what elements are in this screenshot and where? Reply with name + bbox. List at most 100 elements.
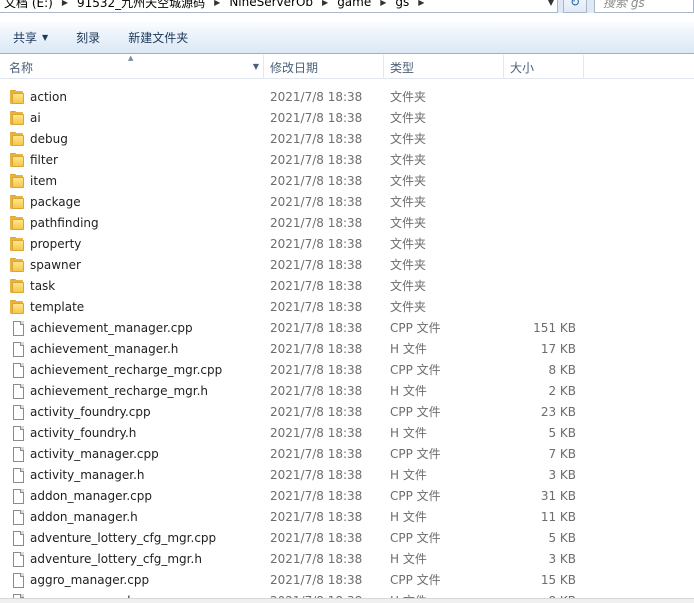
file-date: 2021/7/8 18:38 bbox=[270, 426, 363, 440]
breadcrumb-gs[interactable]: gs bbox=[395, 0, 409, 9]
list-item[interactable]: filter 2021/7/8 18:38 文件夹 bbox=[0, 150, 694, 171]
file-name: activity_foundry.h bbox=[30, 426, 137, 440]
file-type: 文件夹 bbox=[390, 153, 427, 167]
file-icon bbox=[10, 321, 26, 336]
breadcrumb-separator-icon[interactable]: ▶ bbox=[418, 0, 424, 7]
column-name-label: 名称 bbox=[9, 60, 34, 75]
file-date: 2021/7/8 18:38 bbox=[270, 447, 363, 461]
chevron-down-icon: ▼ bbox=[42, 33, 49, 42]
file-size bbox=[504, 150, 576, 171]
column-header-size[interactable]: 大小 bbox=[504, 55, 584, 79]
file-type: H 文件 bbox=[390, 426, 427, 440]
column-size-label: 大小 bbox=[510, 60, 535, 75]
list-item[interactable]: task 2021/7/8 18:38 文件夹 bbox=[0, 276, 694, 297]
list-item[interactable]: adventure_lottery_cfg_mgr.cpp 2021/7/8 18… bbox=[0, 528, 694, 549]
refresh-button[interactable]: ↻ bbox=[563, 0, 587, 13]
file-date: 2021/7/8 18:38 bbox=[270, 195, 363, 209]
file-size: 5 KB bbox=[548, 531, 576, 545]
list-item[interactable]: activity_manager.cpp 2021/7/8 18:38 CPP 文件… bbox=[0, 444, 694, 465]
file-icon bbox=[10, 468, 26, 483]
burn-button[interactable]: 刻录 bbox=[76, 29, 100, 46]
list-item[interactable]: spawner 2021/7/8 18:38 文件夹 bbox=[0, 255, 694, 276]
breadcrumb-drive[interactable]: 文档 (E:) bbox=[4, 0, 53, 11]
file-type: CPP 文件 bbox=[390, 363, 441, 377]
list-item[interactable]: debug 2021/7/8 18:38 文件夹 bbox=[0, 129, 694, 150]
list-item[interactable]: item 2021/7/8 18:38 文件夹 bbox=[0, 171, 694, 192]
file-name: filter bbox=[30, 153, 58, 167]
list-item[interactable]: activity_foundry.h 2021/7/8 18:38 H 文件 5 KB bbox=[0, 423, 694, 444]
folder-icon bbox=[10, 237, 26, 252]
chevron-down-icon[interactable]: ▼ bbox=[253, 62, 259, 71]
breadcrumb-nineserver[interactable]: NineServerOb bbox=[229, 0, 313, 9]
file-date: 2021/7/8 18:38 bbox=[270, 384, 363, 398]
file-size bbox=[504, 129, 576, 150]
share-button[interactable]: 共享 ▼ bbox=[13, 29, 48, 46]
address-bar[interactable]: 文档 (E:) ▶ 91532_九州天空城源码 ▶ NineServerOb ▶… bbox=[0, 0, 558, 13]
file-type: H 文件 bbox=[390, 510, 427, 524]
file-date: 2021/7/8 18:38 bbox=[270, 153, 363, 167]
file-date: 2021/7/8 18:38 bbox=[270, 174, 363, 188]
column-date-label: 修改日期 bbox=[270, 60, 319, 75]
list-item[interactable]: aggro_manager.cpp 2021/7/8 18:38 CPP 文件 15 … bbox=[0, 570, 694, 591]
list-item[interactable]: activity_foundry.cpp 2021/7/8 18:38 CPP 文件… bbox=[0, 402, 694, 423]
list-item[interactable]: ai 2021/7/8 18:38 文件夹 bbox=[0, 108, 694, 129]
file-type: H 文件 bbox=[390, 384, 427, 398]
list-item[interactable]: achievement_manager.cpp 2021/7/8 18:38 CPP… bbox=[0, 318, 694, 339]
file-type: 文件夹 bbox=[390, 195, 427, 209]
file-type: CPP 文件 bbox=[390, 531, 441, 545]
column-header-name[interactable]: 名称 ▲ ▼ bbox=[0, 54, 264, 79]
refresh-icon: ↻ bbox=[569, 0, 581, 9]
list-item[interactable]: addon_manager.h 2021/7/8 18:38 H 文件 11 KB bbox=[0, 507, 694, 528]
list-item[interactable]: achievement_manager.h 2021/7/8 18:38 H 文件 1… bbox=[0, 339, 694, 360]
list-item[interactable]: property 2021/7/8 18:38 文件夹 bbox=[0, 234, 694, 255]
file-size bbox=[504, 276, 576, 297]
list-item[interactable]: achievement_recharge_mgr.h 2021/7/8 18:38… bbox=[0, 381, 694, 402]
list-item[interactable]: template 2021/7/8 18:38 文件夹 bbox=[0, 297, 694, 318]
file-name: package bbox=[30, 195, 81, 209]
breadcrumb-separator-icon[interactable]: ▶ bbox=[380, 0, 386, 7]
file-icon bbox=[10, 384, 26, 399]
list-item[interactable]: action 2021/7/8 18:38 文件夹 bbox=[0, 87, 694, 108]
file-name: activity_foundry.cpp bbox=[30, 405, 151, 419]
list-item[interactable]: pathfinding 2021/7/8 18:38 文件夹 bbox=[0, 213, 694, 234]
breadcrumb-separator-icon[interactable]: ▶ bbox=[62, 0, 68, 7]
list-item[interactable]: achievement_recharge_mgr.cpp 2021/7/8 18:… bbox=[0, 360, 694, 381]
folder-icon bbox=[10, 111, 26, 126]
search-input[interactable]: 搜索 gs bbox=[594, 0, 694, 13]
file-icon bbox=[10, 489, 26, 504]
file-type: 文件夹 bbox=[390, 300, 427, 314]
file-size: 15 KB bbox=[540, 573, 576, 587]
file-name: achievement_recharge_mgr.h bbox=[30, 384, 209, 398]
list-item[interactable]: adventure_lottery_cfg_mgr.h 2021/7/8 18:3… bbox=[0, 549, 694, 570]
file-type: 文件夹 bbox=[390, 258, 427, 272]
file-name: adventure_lottery_cfg_mgr.h bbox=[30, 552, 202, 566]
file-name: achievement_recharge_mgr.cpp bbox=[30, 363, 223, 377]
file-type: H 文件 bbox=[390, 552, 427, 566]
breadcrumb-separator-icon[interactable]: ▶ bbox=[214, 0, 220, 7]
file-type: 文件夹 bbox=[390, 216, 427, 230]
file-name: ai bbox=[30, 111, 41, 125]
new-folder-button[interactable]: 新建文件夹 bbox=[128, 29, 188, 46]
list-item[interactable]: addon_manager.cpp 2021/7/8 18:38 CPP 文件 31 … bbox=[0, 486, 694, 507]
breadcrumb-source[interactable]: 91532_九州天空城源码 bbox=[77, 0, 205, 11]
file-type: CPP 文件 bbox=[390, 321, 441, 335]
folder-icon bbox=[10, 90, 26, 105]
file-size bbox=[504, 234, 576, 255]
breadcrumb-game[interactable]: game bbox=[337, 0, 371, 9]
list-item[interactable]: package 2021/7/8 18:38 文件夹 bbox=[0, 192, 694, 213]
list-item[interactable]: activity_manager.h 2021/7/8 18:38 H 文件 3 KB bbox=[0, 465, 694, 486]
file-name: action bbox=[30, 90, 67, 104]
column-header-date[interactable]: 修改日期 bbox=[264, 55, 384, 79]
chevron-down-icon[interactable]: ▼ bbox=[544, 0, 558, 11]
breadcrumb-separator-icon[interactable]: ▶ bbox=[322, 0, 328, 7]
column-header-type[interactable]: 类型 bbox=[384, 55, 504, 79]
file-type: CPP 文件 bbox=[390, 573, 441, 587]
file-type: H 文件 bbox=[390, 342, 427, 356]
folder-icon bbox=[10, 258, 26, 273]
window-bottom-edge bbox=[0, 598, 694, 603]
file-size bbox=[504, 213, 576, 234]
file-name: activity_manager.h bbox=[30, 468, 145, 482]
file-date: 2021/7/8 18:38 bbox=[270, 363, 363, 377]
file-icon bbox=[10, 405, 26, 420]
file-size: 23 KB bbox=[540, 405, 576, 419]
